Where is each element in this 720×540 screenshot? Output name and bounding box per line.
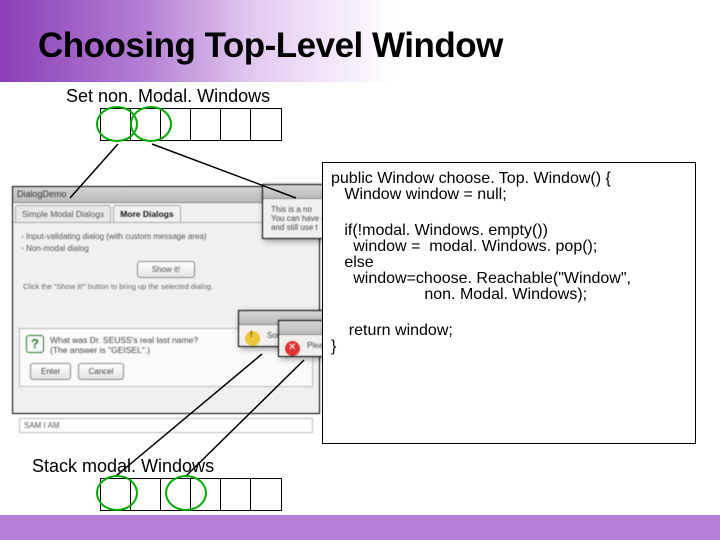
error-icon bbox=[285, 341, 300, 356]
code-line-11: } bbox=[331, 339, 687, 355]
cancel-button[interactable]: Cancel bbox=[78, 363, 125, 380]
highlight-oval bbox=[96, 475, 138, 511]
show-it-button[interactable]: Show it! bbox=[137, 261, 195, 278]
footer-bar bbox=[0, 515, 720, 540]
label-nonmodal-windows: Set non. Modal. Windows bbox=[66, 86, 270, 107]
label-modal-stack: Stack modal. Windows bbox=[32, 456, 214, 477]
answer-input[interactable]: SAM I AM bbox=[19, 418, 313, 433]
highlight-oval bbox=[130, 106, 172, 142]
tab-simple-modal[interactable]: Simple Modal Dialogs bbox=[15, 205, 111, 222]
radio-option-1[interactable]: ◦ Non-modal dialog bbox=[21, 244, 311, 253]
code-line-8: non. Modal. Windows); bbox=[331, 287, 687, 303]
hint-text: Click the "Show it!" button to bring up … bbox=[23, 282, 309, 291]
code-line-6: else bbox=[331, 255, 687, 271]
code-line-7: window=choose. Reachable("Window", bbox=[331, 271, 687, 287]
code-line-2: Window window = null; bbox=[331, 187, 687, 203]
code-line-5: window = modal. Windows. pop(); bbox=[331, 239, 687, 255]
code-line-1: public Window choose. Top. Window() { bbox=[331, 171, 687, 187]
enter-button[interactable]: Enter bbox=[30, 363, 71, 380]
question-icon: ? bbox=[26, 335, 44, 353]
code-line-4: if(!modal. Windows. empty()) bbox=[331, 223, 687, 239]
code-line-10: return window; bbox=[331, 323, 687, 339]
highlight-oval bbox=[165, 475, 207, 511]
slide-title: Choosing Top-Level Window bbox=[38, 26, 503, 66]
code-box: public Window choose. Top. Window() { Wi… bbox=[322, 162, 696, 444]
warning-icon bbox=[245, 331, 260, 346]
tab-more-dialogs[interactable]: More Dialogs bbox=[113, 205, 180, 222]
